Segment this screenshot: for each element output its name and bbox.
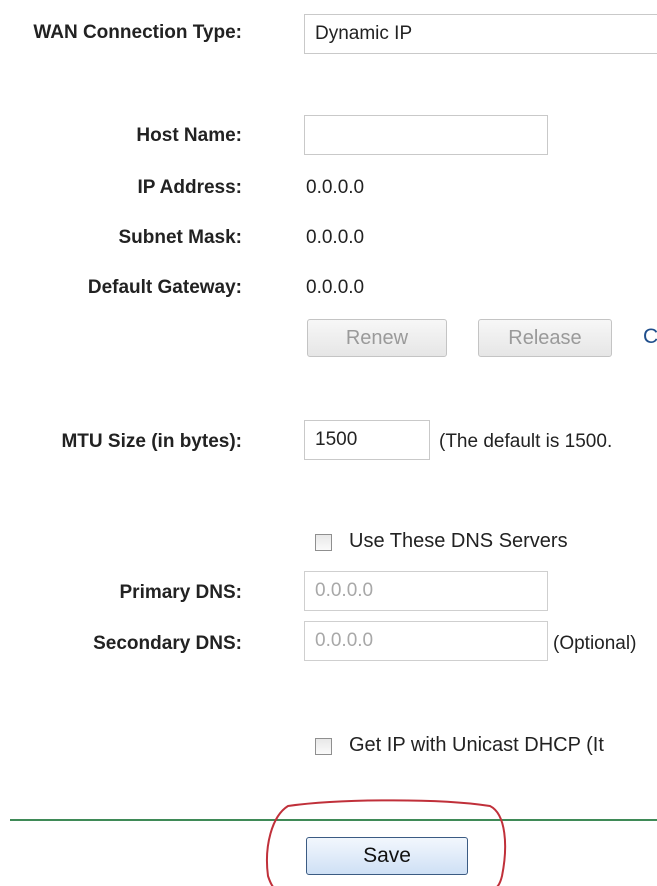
subnet-mask-label: Subnet Mask:	[118, 227, 242, 248]
wan-connection-type-label: WAN Connection Type:	[33, 22, 242, 43]
release-button[interactable]: Release	[478, 319, 612, 357]
secondary-dns-label: Secondary DNS:	[93, 633, 242, 654]
use-dns-servers-label: Use These DNS Servers	[349, 530, 568, 552]
host-name-label: Host Name:	[136, 125, 242, 146]
primary-dns-input[interactable]: 0.0.0.0	[304, 571, 548, 611]
use-dns-servers-checkbox[interactable]	[315, 534, 332, 551]
renew-button[interactable]: Renew	[307, 319, 447, 357]
secondary-dns-input[interactable]: 0.0.0.0	[304, 621, 548, 661]
default-gateway-label: Default Gateway:	[87, 277, 242, 298]
primary-dns-label: Primary DNS:	[119, 582, 243, 603]
wan-settings-page: WAN Connection Type: Dynamic IP Host Nam…	[0, 0, 657, 886]
mtu-default-hint: (The default is 1500.	[439, 431, 613, 452]
mtu-size-input[interactable]: 1500	[304, 420, 430, 460]
section-divider	[10, 819, 657, 821]
ip-address-label: IP Address:	[137, 177, 242, 198]
mtu-size-label: MTU Size (in bytes):	[61, 431, 242, 452]
secondary-dns-optional-hint: (Optional)	[553, 633, 637, 654]
unicast-dhcp-label: Get IP with Unicast DHCP (It	[349, 734, 604, 756]
ip-address-value: 0.0.0.0	[306, 177, 365, 198]
unicast-dhcp-checkbox[interactable]	[315, 738, 332, 755]
wan-connection-type-select[interactable]: Dynamic IP	[304, 14, 657, 54]
save-button[interactable]: Save	[306, 837, 468, 875]
host-name-input[interactable]	[304, 115, 548, 155]
default-gateway-value: 0.0.0.0	[306, 277, 365, 298]
subnet-mask-value: 0.0.0.0	[306, 227, 365, 248]
cut-off-link[interactable]: C	[643, 325, 657, 349]
